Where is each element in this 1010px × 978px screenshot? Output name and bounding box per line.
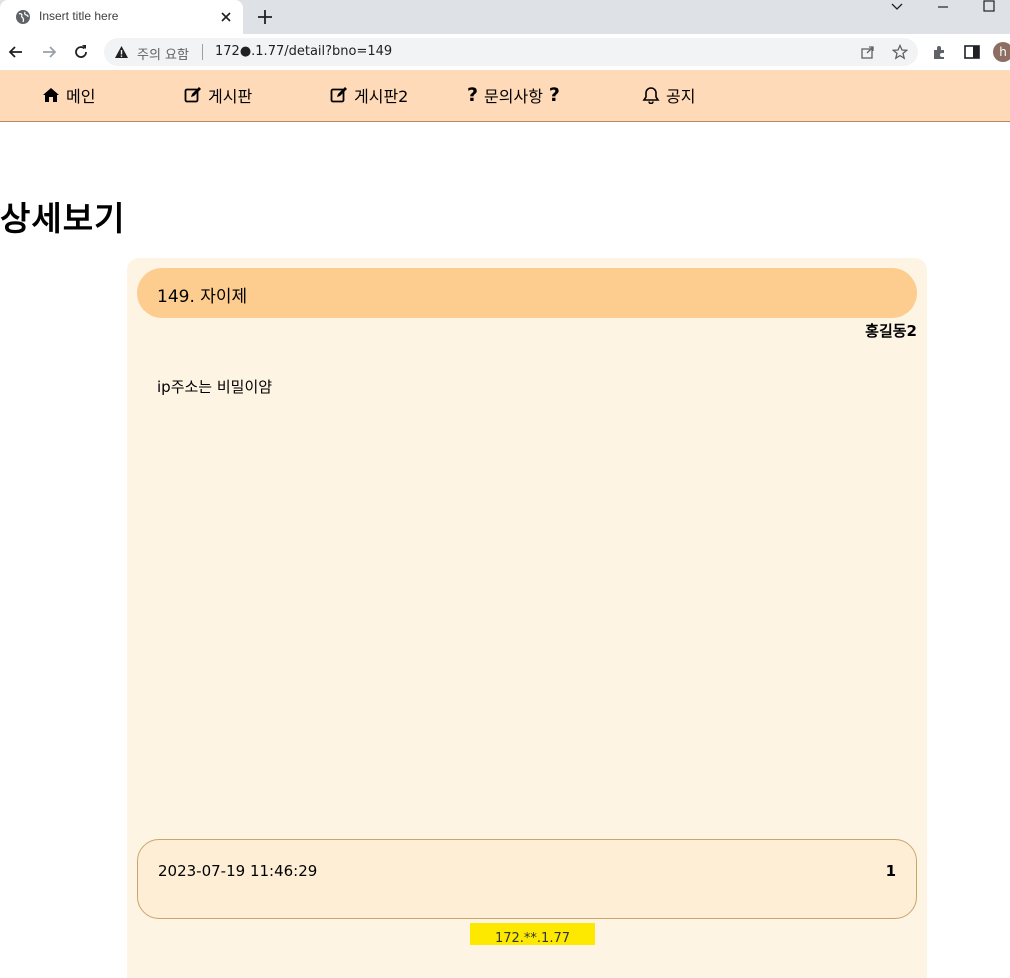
question-icon: ? bbox=[548, 84, 560, 106]
extensions-puzzle-icon[interactable] bbox=[931, 43, 949, 61]
globe-icon bbox=[16, 10, 30, 24]
back-arrow-icon[interactable] bbox=[7, 43, 25, 61]
address-bar[interactable]: 주의 요함 172●.1.77/detail?bno=149 bbox=[104, 38, 918, 66]
edit-icon bbox=[184, 87, 201, 103]
nav-item-board[interactable]: 게시판 bbox=[184, 82, 252, 108]
nav-item-label: 공지 bbox=[666, 87, 696, 106]
forward-arrow-icon[interactable] bbox=[40, 43, 58, 61]
question-icon: ? bbox=[467, 84, 479, 106]
nav-item-label: 문의사항 bbox=[484, 87, 543, 106]
post-meta-box: 2023-07-19 11:46:29 1 bbox=[137, 839, 917, 919]
nav-item-main[interactable]: 메인 bbox=[42, 82, 95, 108]
new-tab-icon[interactable] bbox=[256, 8, 274, 26]
post-date: 2023-07-19 11:46:29 bbox=[158, 862, 318, 880]
nav-item-label: 메인 bbox=[66, 87, 96, 106]
post-title-bar: 149. 자이제 bbox=[137, 268, 917, 318]
page-title: 상세보기 bbox=[0, 199, 126, 238]
reload-icon[interactable] bbox=[72, 43, 90, 61]
tab-title: Insert title here bbox=[39, 9, 119, 23]
post-detail-card: 149. 자이제 홍길동2 ip주소는 비밀이얌 2023-07-19 11:4… bbox=[127, 258, 927, 978]
url-text[interactable]: 172●.1.77/detail?bno=149 bbox=[215, 44, 392, 59]
nav-item-notice[interactable]: 공지 bbox=[642, 82, 695, 108]
ip-address-badge: 172.**.1.77 bbox=[470, 923, 595, 945]
share-icon[interactable] bbox=[860, 44, 876, 60]
site-nav-bar: 메인 게시판 게시판2 ? 문의사항 ? 공지 bbox=[0, 70, 1010, 122]
edit-icon bbox=[330, 87, 347, 103]
browser-tabstrip: Insert title here bbox=[0, 0, 1010, 34]
side-panel-icon[interactable] bbox=[963, 43, 981, 61]
chevron-down-icon[interactable] bbox=[888, 0, 906, 16]
security-warning-text[interactable]: 주의 요함 bbox=[137, 44, 189, 63]
nav-item-board2[interactable]: 게시판2 bbox=[330, 82, 408, 108]
view-count: 1 bbox=[885, 862, 896, 880]
bell-icon bbox=[642, 87, 660, 104]
nav-item-inquiry[interactable]: ? 문의사항 ? bbox=[467, 82, 560, 108]
bookmark-star-icon[interactable] bbox=[892, 44, 908, 60]
avatar[interactable]: h bbox=[993, 42, 1010, 62]
home-icon bbox=[43, 88, 59, 102]
separator bbox=[202, 44, 203, 60]
browser-toolbar: 주의 요함 172●.1.77/detail?bno=149 h bbox=[0, 34, 1010, 70]
post-writer: 홍길동2 bbox=[865, 322, 917, 340]
post-content: ip주소는 비밀이얌 bbox=[157, 378, 273, 396]
maximize-icon[interactable] bbox=[980, 0, 998, 16]
nav-item-label: 게시판2 bbox=[354, 87, 409, 106]
warning-icon[interactable] bbox=[114, 45, 129, 59]
nav-item-label: 게시판 bbox=[208, 87, 253, 106]
browser-tab[interactable]: Insert title here bbox=[0, 0, 243, 34]
post-title: 149. 자이제 bbox=[157, 287, 248, 307]
close-icon[interactable] bbox=[218, 9, 234, 25]
minimize-icon[interactable] bbox=[934, 0, 952, 16]
